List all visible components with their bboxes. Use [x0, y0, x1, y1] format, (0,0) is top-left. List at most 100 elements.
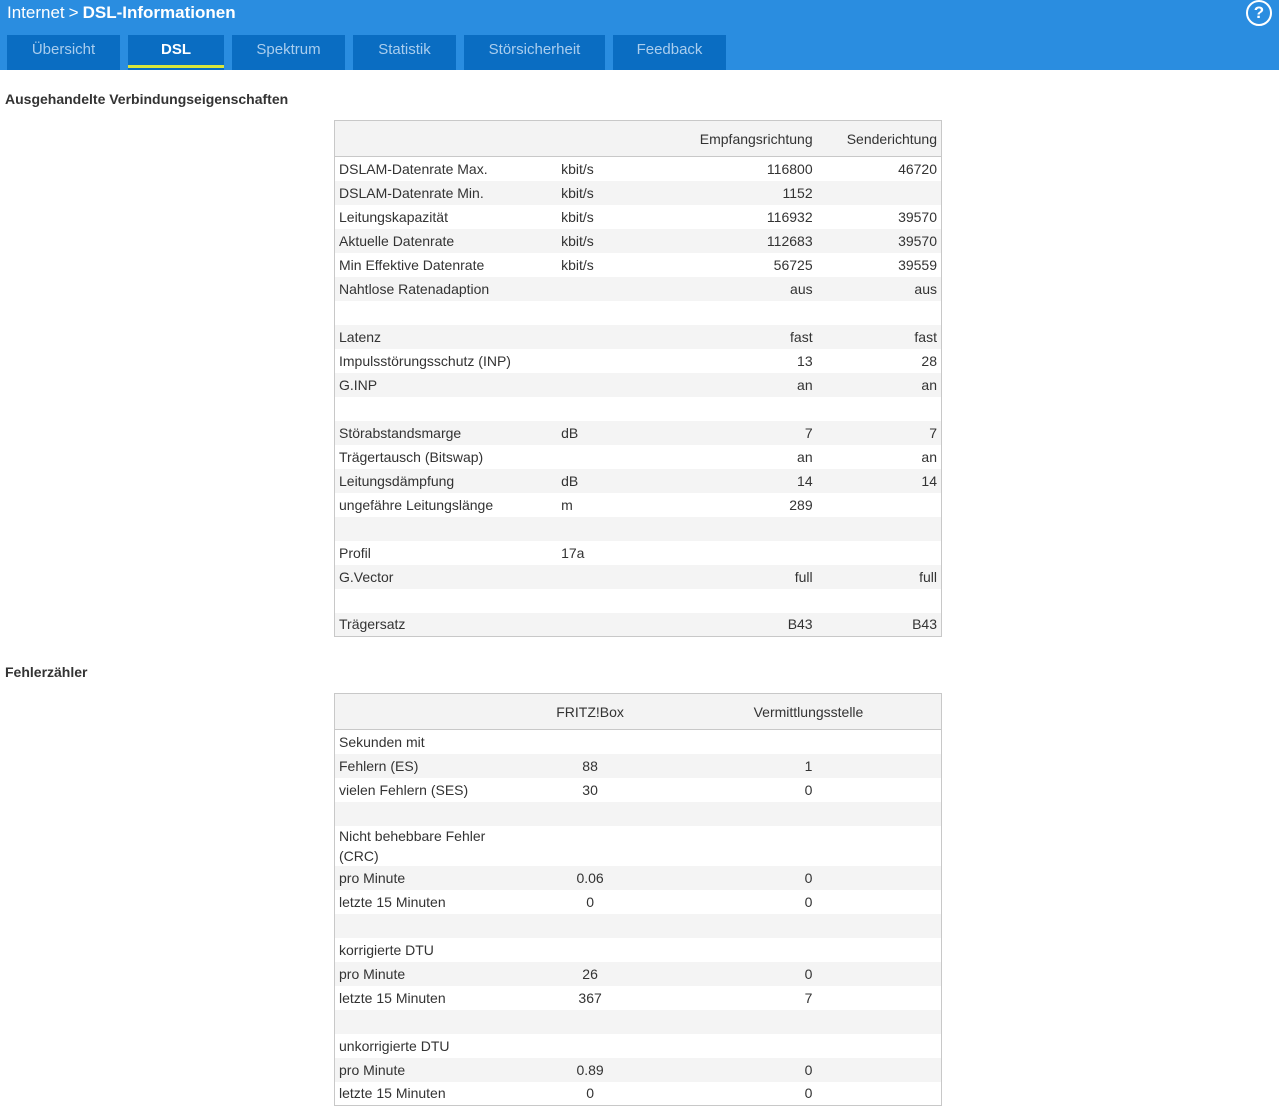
- row-label: unkorrigierte DTU: [339, 1037, 450, 1054]
- table-row: Trägertausch (Bitswap) an an: [335, 445, 942, 469]
- cell-value: [557, 301, 667, 325]
- row-label: [334, 913, 505, 938]
- table-row: pro Minute 26 0: [334, 961, 942, 986]
- cell-value: [817, 397, 942, 421]
- column-header: [334, 693, 505, 730]
- cell-value: kbit/s: [557, 228, 667, 253]
- table-row: pro Minute 0.06 0: [334, 865, 942, 890]
- cell-value: [557, 445, 667, 469]
- row-label: DSLAM-Datenrate Max.: [339, 160, 488, 177]
- table-row: [335, 589, 942, 613]
- help-icon[interactable]: ?: [1246, 0, 1272, 26]
- table-row: [334, 516, 942, 541]
- tab-feedback[interactable]: Feedback: [613, 35, 726, 70]
- table-row: DSLAM-Datenrate Max. kbit/s 116800 46720: [335, 157, 942, 181]
- row-label: [334, 801, 505, 826]
- cell-value: [557, 349, 667, 373]
- cell-value: 28: [921, 352, 937, 369]
- tab-dsl[interactable]: DSL: [128, 35, 224, 70]
- tab-spektrum[interactable]: Spektrum: [232, 35, 345, 70]
- table-row: Leitungskapazität kbit/s 116932 39570: [335, 205, 942, 229]
- chevron-right-icon: >: [68, 3, 79, 22]
- cell-value: [504, 913, 676, 938]
- cell-value: [504, 938, 676, 962]
- table-row: Leitungsdämpfung dB 14 14: [334, 468, 942, 493]
- table-row: Nicht behebbare Fehler (CRC): [335, 826, 942, 866]
- cell-value: 39570: [816, 228, 942, 253]
- row-label: pro Minute: [334, 1057, 505, 1082]
- cell-value: [557, 372, 667, 397]
- cell-value: [667, 541, 817, 565]
- cell-value: [557, 324, 667, 349]
- table-row: Trägersatz B43 B43: [334, 612, 942, 637]
- row-label: Min Effektive Datenrate: [339, 256, 485, 273]
- cell-value: 0: [804, 781, 813, 798]
- row-label: Leitungskapazität: [339, 208, 448, 225]
- row-label: ungefähre Leitungslänge: [339, 496, 494, 513]
- cell-value: 13: [797, 352, 813, 369]
- cell-value: B43: [816, 612, 942, 637]
- row-label: Fehlern (ES): [334, 753, 505, 778]
- row-label: letzte 15 Minuten: [339, 893, 446, 910]
- cell-value: an: [921, 448, 937, 465]
- cell-value: 116932: [766, 208, 813, 225]
- cell-value: [676, 1034, 942, 1058]
- table-row: korrigierte DTU: [335, 938, 942, 962]
- row-label: Impulsstörungsschutz (INP): [339, 352, 511, 369]
- table-row: [335, 397, 942, 421]
- tab-statistik[interactable]: Statistik: [353, 35, 456, 70]
- table-row: ungefähre Leitungslänge m 289: [335, 493, 942, 517]
- cell-value: 0: [586, 1085, 594, 1102]
- breadcrumb: Internet > DSL-Informationen: [7, 2, 236, 24]
- table-row: Nahtlose Ratenadaption aus aus: [334, 276, 942, 301]
- cell-value: 46720: [898, 160, 937, 177]
- cell-value: 1: [675, 753, 942, 778]
- column-header: Empfangsrichtung: [666, 120, 817, 157]
- tab-uebersicht[interactable]: Übersicht: [7, 35, 120, 70]
- cell-value: kbit/s: [561, 256, 594, 273]
- cell-value: [667, 589, 817, 613]
- table-row: Impulsstörungsschutz (INP) 13 28: [335, 349, 942, 373]
- row-label: [334, 516, 558, 541]
- table-row: [334, 913, 942, 938]
- connection-properties-table: Empfangsrichtung Senderichtung DSLAM-Daten…: [334, 120, 942, 637]
- table-row: Störabstandsmarge dB 7 7: [334, 420, 942, 445]
- cell-value: [817, 301, 942, 325]
- cell-value: 116800: [766, 160, 813, 177]
- cell-value: [817, 589, 942, 613]
- table-row: pro Minute 0.89 0: [334, 1057, 942, 1082]
- cell-value: 26: [504, 961, 676, 986]
- table-row: Latenz fast fast: [334, 324, 942, 349]
- row-label: G.INP: [334, 372, 558, 397]
- table-row: Aktuelle Datenrate kbit/s 112683 39570: [334, 228, 942, 253]
- row-label: [334, 1009, 505, 1034]
- table-header-row: Empfangsrichtung Senderichtung: [334, 120, 942, 157]
- cell-value: 0: [675, 961, 942, 986]
- cell-value: 7: [666, 420, 817, 445]
- error-counter-table: FRITZ!Box Vermittlungsstelle Sekunden mit F…: [334, 693, 942, 1106]
- row-label: DSLAM-Datenrate Min.: [334, 180, 558, 205]
- table-header-row: FRITZ!Box Vermittlungsstelle: [334, 693, 942, 730]
- cell-value: full: [816, 564, 942, 589]
- cell-value: [816, 180, 942, 205]
- cell-value: kbit/s: [561, 208, 594, 225]
- cell-value: aus: [816, 276, 942, 301]
- cell-value: 14: [666, 468, 817, 493]
- cell-value: dB: [557, 468, 667, 493]
- breadcrumb-internet[interactable]: Internet: [7, 3, 65, 22]
- cell-value: 367: [578, 989, 602, 1006]
- column-header: FRITZ!Box: [504, 693, 676, 730]
- cell-value: fast: [816, 324, 942, 349]
- row-label: [335, 301, 558, 325]
- row-label: pro Minute: [334, 961, 505, 986]
- tab-stoersicherheit[interactable]: Störsicherheit: [464, 35, 605, 70]
- cell-value: 56725: [773, 256, 813, 273]
- cell-value: kbit/s: [557, 180, 667, 205]
- cell-value: [676, 826, 942, 866]
- table-row: vielen Fehlern (SES) 30 0: [335, 778, 942, 802]
- cell-value: [504, 730, 676, 754]
- column-header: [334, 120, 558, 157]
- cell-value: dB: [557, 420, 667, 445]
- table-row: G.Vector full full: [334, 564, 942, 589]
- cell-value: 1152: [666, 180, 817, 205]
